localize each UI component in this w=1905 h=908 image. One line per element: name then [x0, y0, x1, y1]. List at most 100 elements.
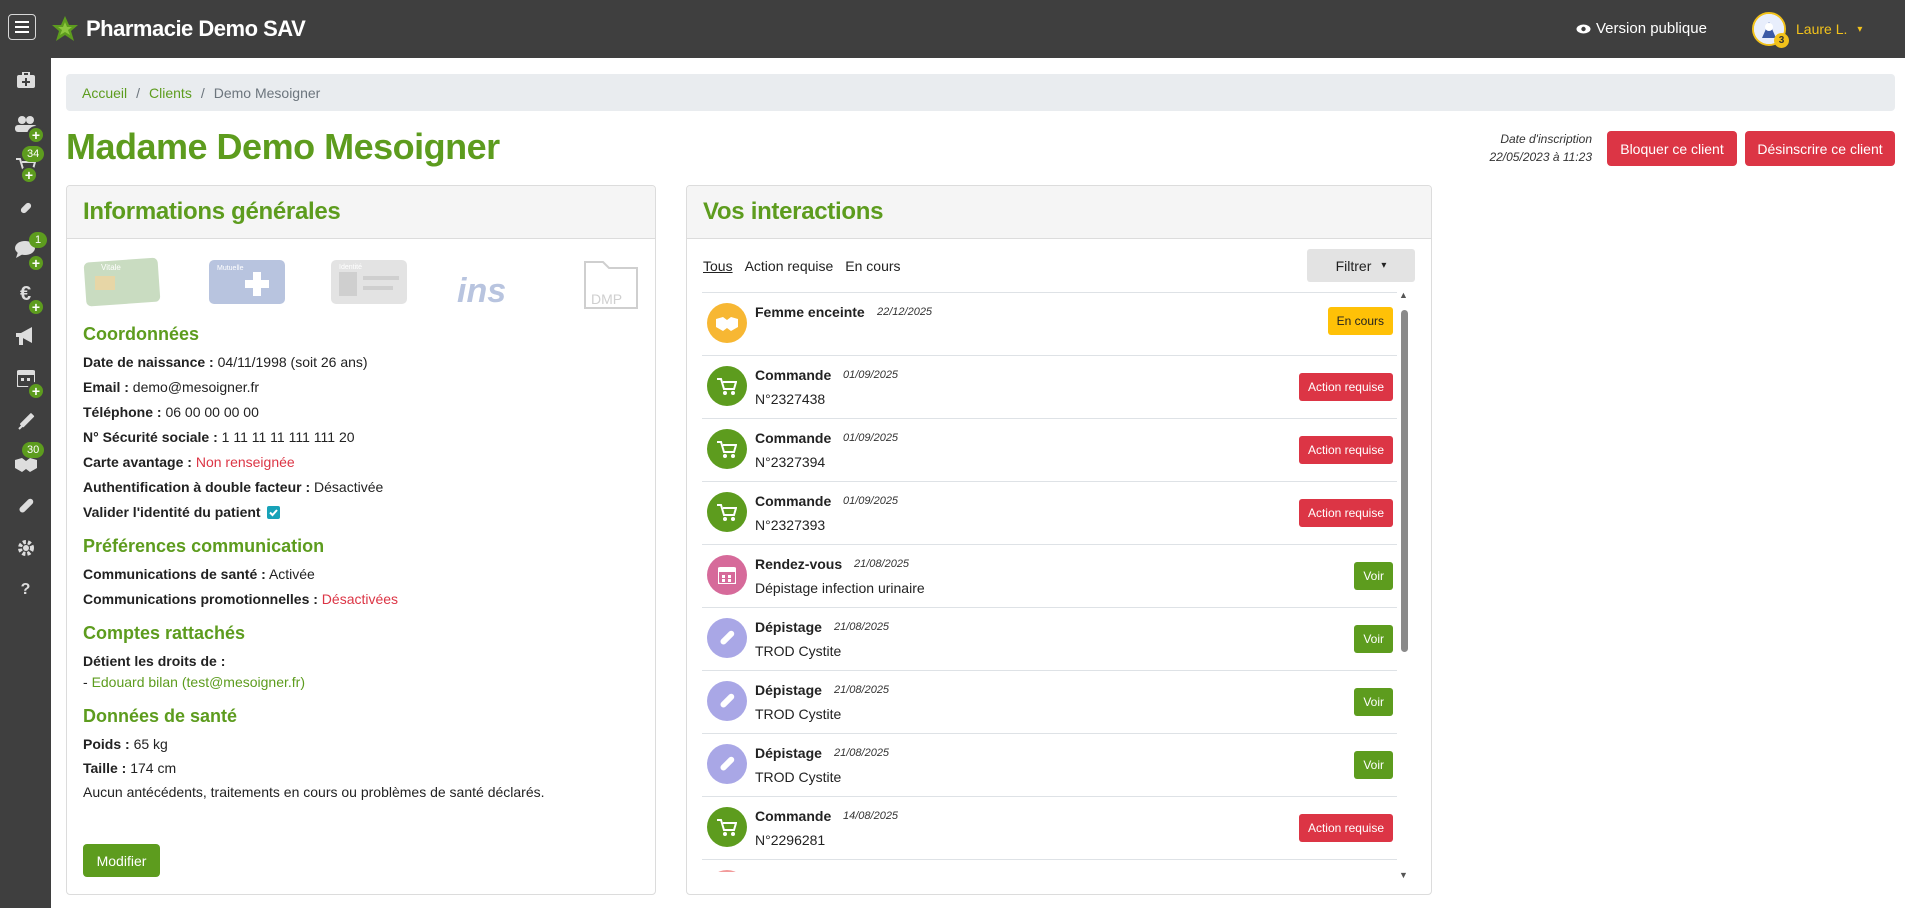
- sidebar-item-settings[interactable]: [0, 528, 51, 568]
- top-bar: Pharmacie Demo SAV Version publique 3 La…: [0, 0, 1905, 58]
- cart-icon: [707, 429, 747, 469]
- rights-label: Détient les droits de :: [83, 653, 226, 669]
- interaction-detail: Dépistage infection urinaire: [755, 580, 925, 596]
- edit-button[interactable]: Modifier: [83, 844, 160, 877]
- calendar-icon: [707, 555, 747, 595]
- interaction-row[interactable]: Commande 01/09/2025 N°2327393 Action requis…: [702, 481, 1397, 544]
- action-required-button[interactable]: Action requise: [1298, 499, 1393, 527]
- unsubscribe-client-button[interactable]: Désinscrire ce client: [1745, 131, 1895, 166]
- breadcrumb-home[interactable]: Accueil: [82, 85, 127, 101]
- interaction-row[interactable]: Commande 01/09/2025 N°2327438 Action requis…: [702, 355, 1397, 418]
- interaction-detail: TROD Cystite: [755, 769, 842, 785]
- action-required-button[interactable]: Action requise: [1298, 814, 1393, 842]
- phone-value: 06 00 00 00 00: [165, 404, 259, 420]
- sidebar-item-appointments[interactable]: +: [0, 358, 51, 400]
- mutuelle-card-icon[interactable]: Mutuelle: [207, 256, 287, 311]
- view-button[interactable]: Voir: [1354, 688, 1393, 716]
- dmp-folder-icon[interactable]: DMP: [583, 256, 639, 313]
- sidebar-item-vaccination[interactable]: [0, 402, 51, 442]
- sidebar: + + 34 + 1 € + + 30 ?: [0, 58, 51, 908]
- inscription-label: Date d'inscription: [1500, 132, 1592, 146]
- interaction-row[interactable]: Dépistage 21/08/2025 TROD Cystite Voir: [702, 670, 1397, 733]
- add-icon: +: [20, 166, 38, 184]
- pill-icon: [20, 202, 31, 214]
- interaction-type: Vaccination: [755, 871, 833, 872]
- sidebar-item-services[interactable]: 30: [0, 442, 51, 484]
- sidebar-item-help[interactable]: ?: [0, 570, 51, 610]
- interaction-row[interactable]: Commande 01/09/2025 N°2327394 Action requis…: [702, 418, 1397, 481]
- breadcrumb-separator: /: [200, 84, 205, 101]
- user-menu[interactable]: 3 Laure L. ▾: [1752, 12, 1862, 48]
- tab-in-progress[interactable]: En cours: [845, 258, 900, 274]
- identity-card-icon[interactable]: Identité: [329, 256, 409, 311]
- interaction-type: Femme enceinte: [755, 304, 865, 320]
- pharmacy-logo-icon[interactable]: [50, 14, 80, 44]
- ins-logo-icon[interactable]: ins: [455, 256, 535, 311]
- promo-comm-value: Désactivées: [321, 591, 399, 607]
- interaction-date: 21/08/2025: [834, 747, 890, 759]
- sidebar-item-pharmacy[interactable]: [0, 60, 51, 100]
- hamburger-menu-icon[interactable]: [8, 14, 36, 40]
- sidebar-item-marketing[interactable]: [0, 316, 51, 356]
- breadcrumb-clients[interactable]: Clients: [149, 85, 192, 101]
- general-info-card: Informations générales Vitale Mutuelle I…: [66, 185, 656, 895]
- page-title: Madame Demo Mesoigner: [66, 126, 500, 167]
- social-security-line: N° Sécurité sociale : 1 11 11 11 111 111…: [83, 429, 355, 445]
- action-required-button[interactable]: Action requise: [1298, 373, 1393, 401]
- rights-line: Détient les droits de :: [83, 653, 225, 669]
- chevron-down-icon[interactable]: ▾: [1857, 24, 1862, 35]
- interaction-row[interactable]: Dépistage 21/08/2025 TROD Cystite Voir: [702, 607, 1397, 670]
- brand-name[interactable]: Pharmacie Demo SAV: [86, 16, 306, 42]
- tab-action-required[interactable]: Action requise: [745, 258, 834, 274]
- email-label: Email :: [83, 379, 129, 395]
- vitale-card-icon[interactable]: Vitale: [83, 256, 163, 311]
- user-name[interactable]: Laure L.: [1796, 21, 1847, 37]
- weight-line: Poids : 65 kg: [83, 736, 168, 752]
- interactions-header: Vos interactions: [687, 186, 1431, 239]
- breadcrumb-separator: /: [136, 84, 141, 101]
- height-value: 174 cm: [130, 760, 177, 776]
- sidebar-item-finance[interactable]: € +: [0, 274, 51, 316]
- scroll-thumb[interactable]: [1401, 310, 1408, 652]
- inscription-date: 22/05/2023 à 11:23: [1489, 150, 1592, 164]
- view-button[interactable]: Voir: [1354, 625, 1393, 653]
- coordinates-title: Coordonnées: [83, 324, 200, 344]
- validate-identity-checkbox[interactable]: [266, 506, 280, 519]
- filter-dropdown[interactable]: Filtrer ▾: [1307, 249, 1415, 282]
- breadcrumb-current: Demo Mesoigner: [213, 84, 321, 101]
- view-button[interactable]: Voir: [1354, 562, 1393, 590]
- interaction-row[interactable]: Dépistage 21/08/2025 TROD Cystite Voir: [702, 733, 1397, 796]
- syringe-icon: [707, 870, 747, 872]
- test-tube-icon: [707, 681, 747, 721]
- birth-date-label: Date de naissance :: [83, 354, 214, 370]
- interaction-row[interactable]: Commande 14/08/2025 N°2296281 Action requis…: [702, 796, 1397, 859]
- two-factor-value: Désactivée: [314, 479, 384, 495]
- view-button[interactable]: Voir: [1354, 751, 1393, 779]
- tab-all[interactable]: Tous: [703, 258, 733, 274]
- interaction-date: 01/09/2025: [843, 369, 899, 381]
- communication-prefs-title: Préférences communication: [83, 536, 325, 556]
- scroll-up-icon[interactable]: ▲: [1399, 290, 1408, 300]
- birth-date-value: 04/11/1998 (soit 26 ans): [217, 354, 368, 370]
- in-progress-badge[interactable]: En cours: [1327, 307, 1393, 335]
- interaction-date: 01/09/2025: [843, 495, 899, 507]
- breadcrumb: Accueil / Clients / Demo Mesoigner: [66, 74, 1895, 111]
- interaction-scrollbar[interactable]: ▲ ▼: [1399, 290, 1409, 880]
- sidebar-item-orders[interactable]: + 34: [0, 146, 51, 186]
- sidebar-item-tests[interactable]: [0, 486, 51, 526]
- avatar[interactable]: 3: [1752, 12, 1789, 48]
- two-factor-line: Authentification à double facteur : Désa…: [83, 479, 383, 495]
- interaction-row[interactable]: Rendez-vous 21/08/2025 Dépistage infection…: [702, 544, 1397, 607]
- public-version-link[interactable]: Version publique: [1576, 20, 1707, 37]
- sidebar-item-messages[interactable]: + 1: [0, 230, 51, 272]
- interaction-row[interactable]: Femme enceinte 22/12/2025 En cours: [702, 292, 1397, 355]
- question-icon: ?: [20, 581, 31, 598]
- action-required-button[interactable]: Action requise: [1298, 436, 1393, 464]
- block-client-button[interactable]: Bloquer ce client: [1607, 131, 1737, 166]
- linked-account-link[interactable]: Edouard bilan (test@mesoigner.fr): [92, 674, 305, 690]
- interaction-row[interactable]: Vaccination11/08/2025: [702, 859, 1397, 872]
- sidebar-item-products[interactable]: [0, 188, 51, 228]
- sidebar-item-clients[interactable]: +: [0, 104, 51, 144]
- interaction-list: Femme enceinte 22/12/2025 En cours Commande…: [702, 292, 1397, 872]
- scroll-down-icon[interactable]: ▼: [1399, 870, 1408, 880]
